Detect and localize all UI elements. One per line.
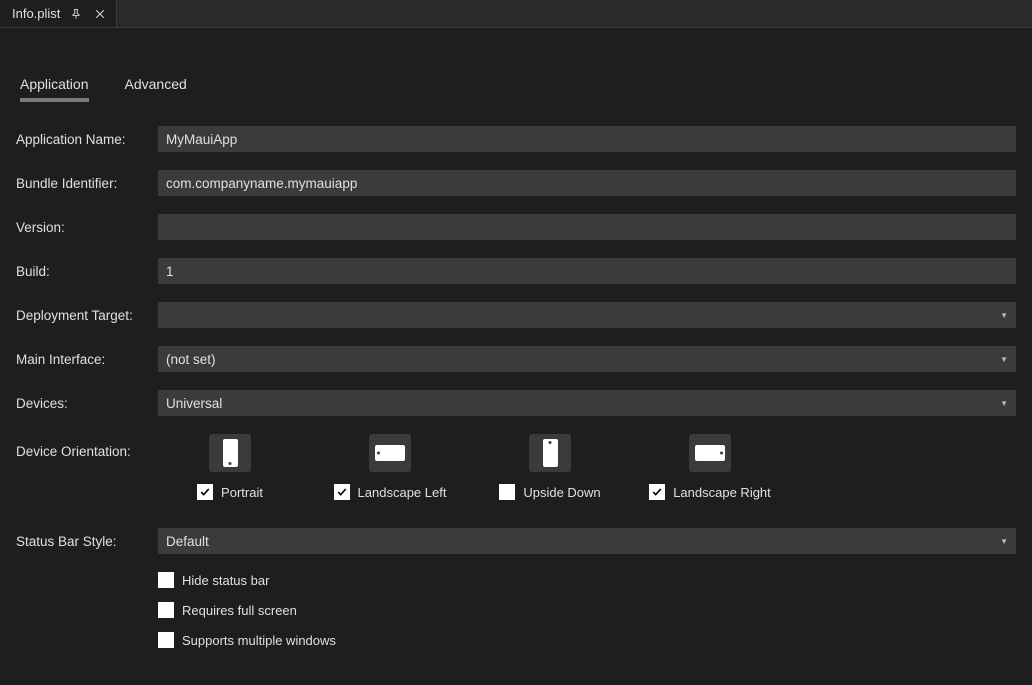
orientation-landscape-right-icon[interactable] — [689, 434, 731, 472]
orientation-portrait-label: Portrait — [221, 485, 263, 500]
editor-content: Application Advanced Application Name: B… — [0, 28, 1032, 648]
orientation-upside-down-label: Upside Down — [523, 485, 600, 500]
build-input[interactable] — [158, 258, 1016, 284]
label-main-interface: Main Interface: — [16, 352, 158, 367]
chevron-down-icon: ▼ — [1000, 399, 1008, 408]
requires-full-screen-label: Requires full screen — [182, 603, 297, 618]
status-bar-style-dropdown[interactable]: Default ▼ — [158, 528, 1016, 554]
file-tab-bar: Info.plist — [0, 0, 1032, 28]
orientation-landscape-right-label: Landscape Right — [673, 485, 771, 500]
checkbox-icon — [334, 484, 350, 500]
orientation-landscape-left-label: Landscape Left — [358, 485, 447, 500]
supports-multiple-windows-label: Supports multiple windows — [182, 633, 336, 648]
close-icon[interactable] — [92, 6, 108, 22]
devices-dropdown[interactable]: Universal ▼ — [158, 390, 1016, 416]
label-status-bar-style: Status Bar Style: — [16, 534, 158, 549]
main-interface-value: (not set) — [166, 352, 216, 367]
requires-full-screen-checkbox[interactable]: Requires full screen — [158, 602, 1016, 618]
label-devices: Devices: — [16, 396, 158, 411]
subtab-advanced[interactable]: Advanced — [125, 76, 187, 102]
application-name-input[interactable] — [158, 126, 1016, 152]
orientation-upside-down-checkbox[interactable]: Upside Down — [499, 484, 600, 500]
hide-status-bar-label: Hide status bar — [182, 573, 269, 588]
orientation-landscape-left-checkbox[interactable]: Landscape Left — [334, 484, 447, 500]
label-deployment-target: Deployment Target: — [16, 308, 158, 323]
checkbox-icon — [649, 484, 665, 500]
orientation-landscape-right-checkbox[interactable]: Landscape Right — [649, 484, 771, 500]
label-device-orientation: Device Orientation: — [16, 434, 158, 459]
version-input[interactable] — [158, 214, 1016, 240]
checkbox-icon — [197, 484, 213, 500]
chevron-down-icon: ▼ — [1000, 355, 1008, 364]
status-bar-style-value: Default — [166, 534, 209, 549]
orientation-portrait-icon[interactable] — [209, 434, 251, 472]
orientation-upside-down-icon[interactable] — [529, 434, 571, 472]
bundle-identifier-input[interactable] — [158, 170, 1016, 196]
label-build: Build: — [16, 264, 158, 279]
orientation-landscape-left-icon[interactable] — [369, 434, 411, 472]
orientation-portrait-checkbox[interactable]: Portrait — [197, 484, 263, 500]
label-application-name: Application Name: — [16, 132, 158, 147]
chevron-down-icon: ▼ — [1000, 311, 1008, 320]
file-tab-info-plist[interactable]: Info.plist — [0, 0, 117, 27]
main-interface-dropdown[interactable]: (not set) ▼ — [158, 346, 1016, 372]
checkbox-icon — [158, 572, 174, 588]
pin-icon[interactable] — [68, 6, 84, 22]
hide-status-bar-checkbox[interactable]: Hide status bar — [158, 572, 1016, 588]
devices-value: Universal — [166, 396, 222, 411]
tab-title: Info.plist — [12, 6, 60, 21]
subtab-row: Application Advanced — [16, 76, 1016, 102]
chevron-down-icon: ▼ — [1000, 537, 1008, 546]
deployment-target-dropdown[interactable]: ▼ — [158, 302, 1016, 328]
label-version: Version: — [16, 220, 158, 235]
checkbox-icon — [158, 632, 174, 648]
checkbox-icon — [499, 484, 515, 500]
subtab-application[interactable]: Application — [20, 76, 89, 102]
label-bundle-identifier: Bundle Identifier: — [16, 176, 158, 191]
supports-multiple-windows-checkbox[interactable]: Supports multiple windows — [158, 632, 1016, 648]
checkbox-icon — [158, 602, 174, 618]
